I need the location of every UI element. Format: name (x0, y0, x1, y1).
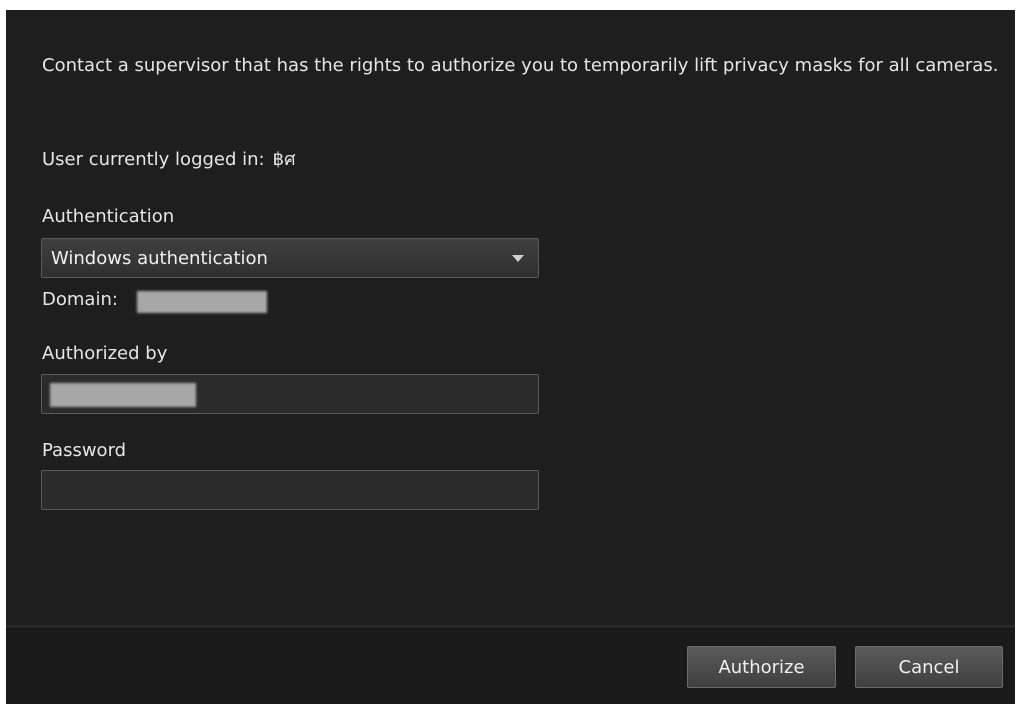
password-input[interactable] (42, 471, 538, 509)
dialog-body: Contact a supervisor that has the rights… (6, 10, 1015, 625)
authentication-select[interactable]: Windows authentication (41, 238, 539, 278)
authentication-selected-value: Windows authentication (51, 248, 268, 269)
cancel-button[interactable]: Cancel (855, 646, 1003, 688)
domain-value-redacted (137, 291, 267, 313)
current-user-name: ฿ศ (272, 149, 296, 170)
domain-label: Domain: (42, 289, 118, 310)
authentication-label: Authentication (42, 206, 175, 227)
authorize-button[interactable]: Authorize (687, 646, 836, 688)
lift-privacy-masks-dialog: Contact a supervisor that has the rights… (6, 10, 1015, 704)
authorized-by-value-redacted (50, 383, 196, 407)
instruction-text: Contact a supervisor that has the rights… (42, 55, 999, 76)
password-label: Password (42, 440, 127, 461)
dialog-footer: Authorize Cancel (6, 625, 1015, 704)
current-user-label: User currently logged in: (42, 149, 265, 170)
authorized-by-label: Authorized by (42, 343, 168, 364)
dropdown-arrow-icon[interactable] (512, 255, 524, 262)
authorized-by-field[interactable] (41, 374, 539, 414)
password-field[interactable] (41, 470, 539, 510)
current-user-row: User currently logged in: ฿ศ (42, 144, 296, 173)
